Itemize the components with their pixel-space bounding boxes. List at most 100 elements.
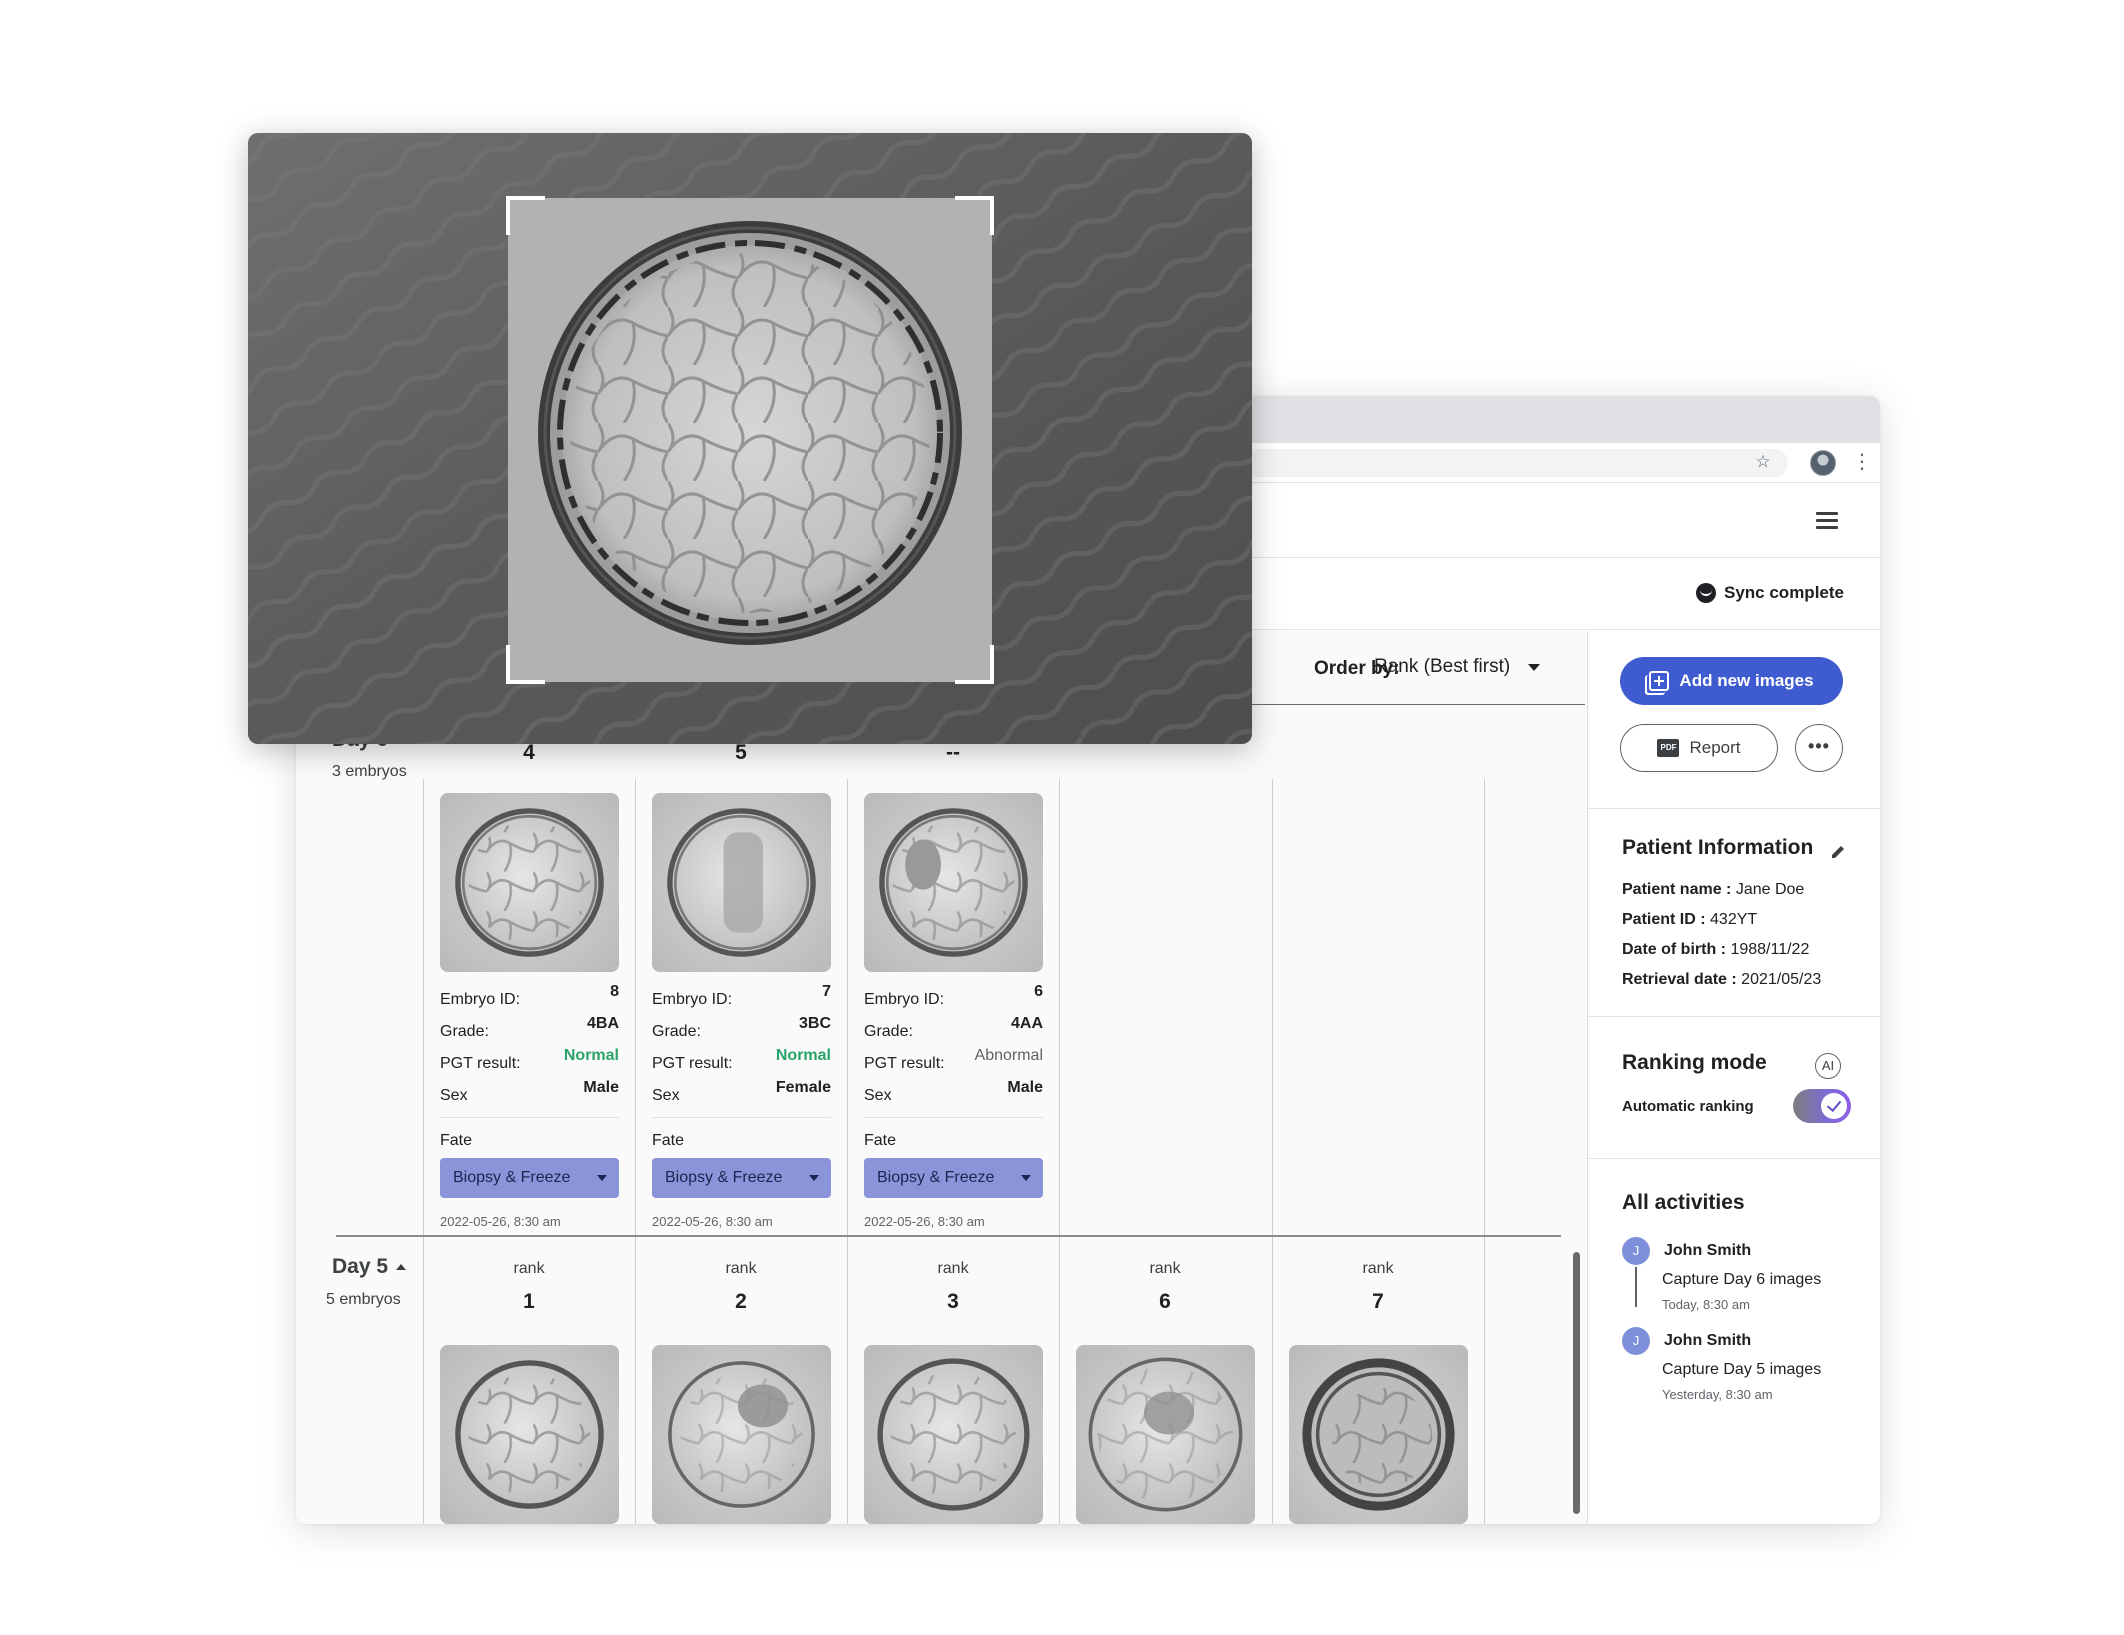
day6-col-head: 5 [635, 741, 847, 765]
side-panel: Add new images PDF Report ••• Patient In… [1587, 631, 1880, 1524]
fate-select[interactable]: Biopsy & Freeze [440, 1158, 619, 1198]
rank-number: 6 [1159, 1290, 1171, 1313]
grade: 4AA [1010, 1015, 1043, 1032]
dob-label: Date of birth : [1622, 941, 1726, 958]
ranking-mode-title: Ranking mode [1622, 1051, 1767, 1074]
day5-toggle[interactable]: Day 5 [332, 1255, 407, 1279]
column-divider [423, 779, 424, 1524]
embryo-id: 8 [610, 983, 619, 1000]
sync-status: Sync complete [1696, 583, 1844, 603]
pgt-label: PGT result: [652, 1055, 733, 1072]
fate-select[interactable]: Biopsy & Freeze [652, 1158, 831, 1198]
activity-text: Capture Day 6 images [1662, 1271, 1822, 1288]
day5-col-head: rank 7 [1272, 1260, 1484, 1314]
grade-label: Grade: [864, 1023, 913, 1040]
chevron-down-icon [1021, 1175, 1031, 1181]
embryo-card: Embryo ID: 6 Grade: 4AA PGT result: Abnorma… [864, 983, 1043, 1229]
activity-text: Capture Day 5 images [1662, 1361, 1822, 1378]
card-timestamp: 2022-05-26, 8:30 am [440, 1214, 561, 1229]
profile-avatar[interactable] [1810, 450, 1836, 476]
add-new-images-button[interactable]: Add new images [1620, 657, 1843, 705]
embryo-thumbnail[interactable] [864, 793, 1043, 972]
embryo-thumbnail[interactable] [1289, 1345, 1468, 1524]
embryo-grid: Order by: Rank (Best first) Day 6 3 embr… [296, 631, 1587, 1524]
add-new-images-label: Add new images [1679, 671, 1814, 690]
embryo-id: 6 [1034, 983, 1043, 1000]
embryo-id-label: Embryo ID: [864, 991, 945, 1008]
day5-count: 5 embryos [326, 1291, 401, 1308]
sync-label: Sync complete [1724, 583, 1844, 602]
embryo-thumbnail[interactable] [1076, 1345, 1255, 1524]
pdf-icon: PDF [1657, 739, 1680, 757]
day5-col-head: rank 6 [1059, 1260, 1271, 1314]
hamburger-icon[interactable] [1816, 512, 1838, 529]
pgt-label: PGT result: [864, 1055, 945, 1072]
card-timestamp: 2022-05-26, 8:30 am [864, 1214, 985, 1229]
fate-label: Fate [440, 1132, 473, 1149]
rank-number: 2 [735, 1290, 747, 1313]
fate-label: Fate [864, 1132, 897, 1149]
activity-time: Yesterday, 8:30 am [1662, 1387, 1773, 1402]
chevron-down-icon [809, 1175, 819, 1181]
day-separator [336, 1235, 1561, 1237]
day5-col-head: rank 2 [635, 1260, 847, 1314]
embryo-thumbnail[interactable] [864, 1345, 1043, 1524]
fate-value: Biopsy & Freeze [877, 1169, 995, 1186]
star-icon[interactable]: ☆ [1752, 451, 1774, 473]
order-by-select[interactable]: Rank (Best first) [1374, 656, 1541, 678]
automatic-ranking-label: Automatic ranking [1622, 1098, 1754, 1115]
report-button[interactable]: PDF Report [1620, 724, 1778, 772]
rank-number: 5 [735, 741, 747, 764]
rank-label: rank [937, 1260, 969, 1277]
activities-title: All activities [1622, 1191, 1745, 1214]
embryo-thumbnail[interactable] [652, 1345, 831, 1524]
ai-icon: AI [1815, 1053, 1841, 1079]
retrieval-date: 2021/05/23 [1741, 971, 1822, 988]
pencil-icon[interactable] [1830, 844, 1846, 860]
vertical-scrollbar[interactable] [1573, 1252, 1580, 1514]
embryo-card: Embryo ID: 8 Grade: 4BA PGT result: Normal … [440, 983, 619, 1229]
embryo-thumbnail[interactable] [440, 1345, 619, 1524]
patient-info: Patient name : Jane Doe Patient ID : 432… [1622, 881, 1821, 1001]
report-label: Report [1689, 738, 1741, 757]
rank-number: 3 [947, 1290, 959, 1313]
order-by-value: Rank (Best first) [1374, 656, 1511, 677]
rank-number: -- [946, 741, 960, 764]
grade-label: Grade: [652, 1023, 701, 1040]
rank-number: 4 [523, 741, 535, 764]
pgt-label: PGT result: [440, 1055, 521, 1072]
embryo-id: 7 [822, 983, 831, 1000]
embryo-thumbnail[interactable] [440, 793, 619, 972]
day5-title: Day 5 [332, 1255, 389, 1278]
card-timestamp: 2022-05-26, 8:30 am [652, 1214, 773, 1229]
grade-label: Grade: [440, 1023, 489, 1040]
automatic-ranking-toggle[interactable] [1793, 1089, 1851, 1123]
fate-select[interactable]: Biopsy & Freeze [864, 1158, 1043, 1198]
sex-label: Sex [440, 1087, 468, 1104]
patient-id: 432YT [1710, 911, 1758, 928]
activity-user: John Smith [1664, 1242, 1752, 1259]
sex-label: Sex [864, 1087, 892, 1104]
fate-label: Fate [652, 1132, 685, 1149]
chevron-up-icon [396, 1264, 407, 1270]
check-icon [1821, 1093, 1847, 1119]
rank-label: rank [1149, 1260, 1181, 1277]
embryo-microscope-image [248, 133, 1252, 744]
sync-icon [1696, 583, 1716, 603]
column-divider [847, 779, 848, 1524]
rank-label: rank [513, 1260, 545, 1277]
more-options-button[interactable]: ••• [1795, 724, 1843, 772]
kebab-icon[interactable]: ⋮ [1852, 449, 1872, 475]
embryo-capture-preview [248, 133, 1252, 744]
day6-count: 3 embryos [332, 763, 407, 780]
pgt-result: Normal [775, 1047, 831, 1064]
patient-name-label: Patient name : [1622, 881, 1732, 898]
grade: 4BA [586, 1015, 619, 1032]
embryo-thumbnail[interactable] [652, 793, 831, 972]
column-divider [1272, 779, 1273, 1524]
day6-col-head: -- [847, 741, 1059, 765]
activity-time: Today, 8:30 am [1662, 1297, 1750, 1312]
chevron-down-icon [597, 1175, 607, 1181]
dob: 1988/11/22 [1730, 941, 1810, 958]
day5-col-head: rank 3 [847, 1260, 1059, 1314]
